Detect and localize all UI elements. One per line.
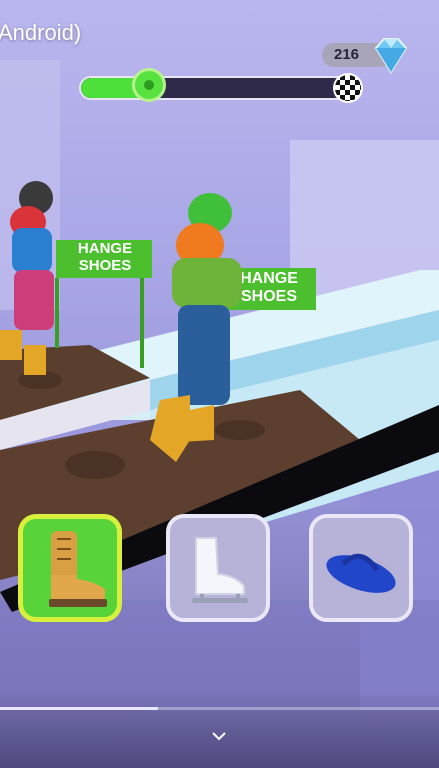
video-progress-fill <box>0 707 158 710</box>
player-character <box>150 193 242 462</box>
shoe-option-ice-skate[interactable] <box>166 514 270 622</box>
gem-count: 216 <box>334 46 360 63</box>
video-controls-shade <box>0 690 439 768</box>
flip-flop-icon <box>326 553 396 593</box>
game-scene[interactable]: HANGE SHOES HANGE SHOES Android) 216 <box>0 0 439 768</box>
shoe-option-boot[interactable] <box>18 514 122 622</box>
checkered-flag-icon <box>333 73 363 103</box>
video-title: Android) <box>0 20 82 45</box>
level-progress-knob <box>132 68 166 102</box>
boot-icon <box>49 531 107 607</box>
shoe-option-flip-flop[interactable] <box>309 514 413 622</box>
ice-skate-icon <box>192 537 248 603</box>
level-progress-bar <box>79 76 361 100</box>
video-progress-bar[interactable] <box>0 707 439 710</box>
diamond-icon <box>374 38 408 74</box>
chevron-down-icon[interactable] <box>210 730 228 742</box>
